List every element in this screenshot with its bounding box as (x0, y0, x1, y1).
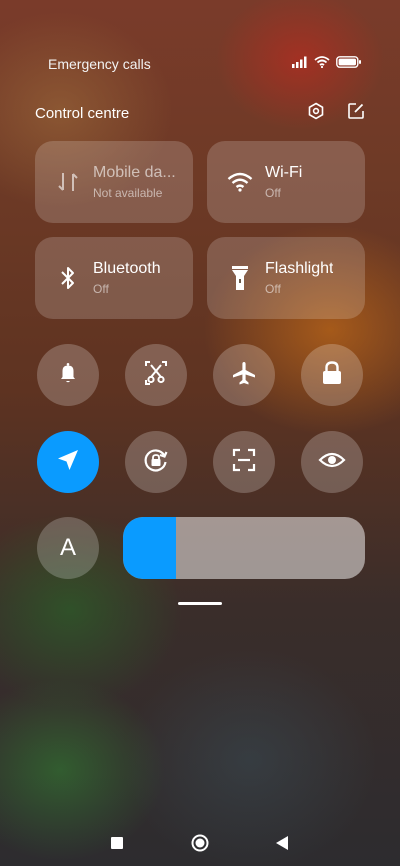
wifi-icon (227, 172, 253, 192)
screenshot-scissors-icon (143, 360, 169, 391)
tile-wifi[interactable]: Wi-Fi Off (207, 141, 365, 223)
auto-brightness-button[interactable]: A (37, 517, 99, 579)
tile-bluetooth[interactable]: Bluetooth Off (35, 237, 193, 319)
tile-status: Off (265, 186, 281, 200)
tile-label: Mobile da... (93, 164, 176, 181)
home-circle-icon[interactable] (191, 834, 209, 852)
page-title: Control centre (35, 104, 130, 122)
toggle-lock-screen[interactable] (301, 344, 363, 406)
control-centre-header: Control centre (35, 100, 365, 126)
carrier-text: Emergency calls (48, 56, 151, 72)
tile-label: Wi-Fi (265, 164, 303, 181)
navigation-bar (0, 832, 400, 854)
brightness-slider[interactable] (123, 517, 365, 579)
recents-square-icon[interactable] (111, 837, 123, 849)
eye-icon (318, 450, 346, 475)
tile-status: Off (265, 282, 281, 296)
tile-label: Bluetooth (93, 260, 161, 277)
toggle-scanner[interactable] (213, 431, 275, 493)
status-icons (292, 55, 362, 73)
lock-icon (320, 360, 344, 391)
bluetooth-icon (55, 265, 81, 291)
tile-flashlight[interactable]: Flashlight Off (207, 237, 365, 319)
back-triangle-icon[interactable] (276, 836, 288, 850)
flashlight-icon (227, 264, 253, 292)
wifi-icon (314, 55, 330, 73)
brightness-slider-fill (123, 517, 177, 579)
toggle-airplane[interactable] (213, 344, 275, 406)
auto-brightness-label: A (59, 534, 76, 561)
toggle-silent[interactable] (37, 344, 99, 406)
tile-label: Flashlight (265, 260, 334, 277)
battery-icon (336, 55, 362, 73)
mobile-data-icon (55, 170, 81, 194)
drag-handle[interactable] (178, 602, 222, 605)
tile-status: Not available (93, 186, 163, 200)
edit-icon[interactable] (347, 102, 365, 125)
toggle-screenshot[interactable] (125, 344, 187, 406)
rotation-lock-icon (142, 446, 170, 479)
scan-frame-icon (231, 447, 257, 478)
airplane-icon (231, 360, 257, 391)
toggle-location[interactable] (37, 431, 99, 493)
tile-mobile-data[interactable]: Mobile da... Not available (35, 141, 193, 223)
location-arrow-icon (55, 447, 81, 478)
toggle-reading-mode[interactable] (301, 431, 363, 493)
signal-icon (292, 55, 308, 73)
settings-icon[interactable] (307, 102, 325, 125)
bell-icon (56, 361, 80, 390)
tile-status: Off (93, 282, 109, 296)
toggle-rotation-lock[interactable] (125, 431, 187, 493)
status-bar: Emergency calls (48, 55, 362, 73)
